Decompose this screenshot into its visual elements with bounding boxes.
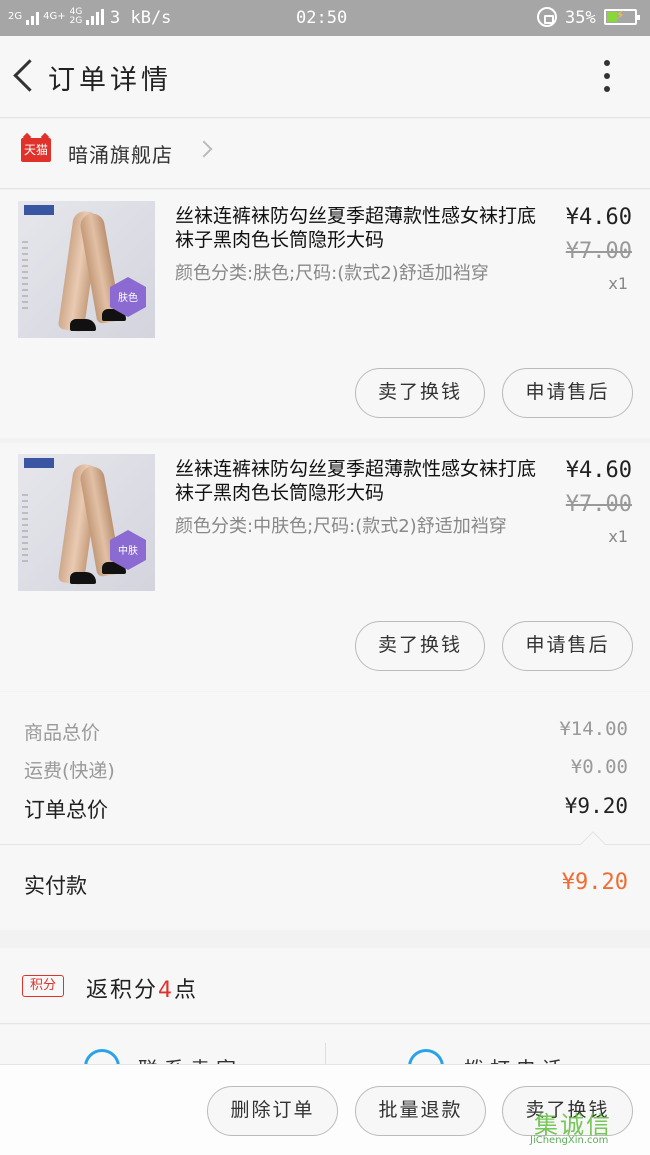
chat-icon[interactable]	[84, 1049, 120, 1065]
divider	[325, 1043, 326, 1065]
product-spec: 颜色分类:肤色;尺码:(款式2)舒适加裆穿	[175, 263, 489, 284]
network-label-2: 4G+	[43, 11, 66, 22]
product-thumbnail[interactable]: 肤色	[18, 201, 155, 338]
signal-indicators: 2G 4G+ 4G 2G	[8, 7, 105, 26]
paid-label: 实付款	[24, 874, 87, 898]
order-item[interactable]: 中肤 丝袜连裤袜防勾丝夏季超薄款性感女袜打底袜子黑肉色长筒隐形大码 颜色分类:中…	[0, 443, 650, 691]
delete-order-button[interactable]: 删除订单	[207, 1086, 338, 1136]
product-spec: 颜色分类:中肤色;尺码:(款式2)舒适加裆穿	[175, 516, 507, 537]
tmall-badge: 天猫	[21, 138, 51, 162]
network-label-1: 2G	[8, 11, 23, 22]
original-price: ¥7.00	[565, 492, 632, 517]
product-title[interactable]: 丝袜连裤袜防勾丝夏季超薄款性感女袜打底袜子黑肉色长筒隐形大码	[175, 204, 545, 252]
signal-bars-icon-2	[86, 9, 105, 25]
chevron-right-icon	[195, 140, 213, 158]
watermark-logo: 集诚信 JiChengXin.com	[530, 1105, 645, 1151]
network-speed: 3 kB/s	[110, 8, 172, 28]
quantity: x1	[608, 274, 628, 293]
shipping-label: 运费(快递)	[24, 760, 115, 782]
quantity: x1	[608, 527, 628, 546]
signal-bars-icon	[26, 9, 40, 25]
app-header: 订单详情	[0, 36, 650, 118]
points-text: 返积分4点	[86, 972, 198, 1004]
product-thumbnail[interactable]: 中肤	[18, 454, 155, 591]
contact-row: 联系卖家 拨打电话	[0, 1025, 650, 1065]
shipping-value: ¥0.00	[570, 756, 628, 778]
clock: 02:50	[296, 8, 348, 28]
after-sale-button[interactable]: 申请售后	[502, 621, 633, 671]
store-row[interactable]: 天猫 暗涌旗舰店	[0, 119, 650, 189]
points-suffix: 点	[174, 978, 199, 1003]
goods-total-value: ¥14.00	[559, 718, 628, 740]
network-label-3: 4G 2G	[69, 7, 83, 26]
status-bar: 2G 4G+ 4G 2G 3 kB/s 02:50 35% ⚡	[0, 0, 650, 36]
sell-button[interactable]: 卖了换钱	[355, 621, 485, 671]
battery-percent: 35%	[565, 8, 596, 28]
charging-icon: ⚡	[616, 8, 625, 22]
product-title[interactable]: 丝袜连裤袜防勾丝夏季超薄款性感女袜打底袜子黑肉色长筒隐形大码	[175, 457, 545, 505]
points-row: 积分 返积分4点	[0, 948, 650, 1024]
more-vertical-icon	[604, 60, 610, 66]
bottom-action-bar: 删除订单 批量退款 卖了换钱 集诚信 JiChengXin.com	[0, 1064, 650, 1155]
order-total-value: ¥9.20	[564, 794, 628, 818]
back-button[interactable]	[8, 56, 42, 96]
image-label: 中肤	[118, 546, 138, 557]
points-number: 4	[158, 978, 175, 1003]
goods-total-label: 商品总价	[24, 722, 101, 744]
watermark-en: JiChengXin.com	[530, 1135, 609, 1146]
sell-button[interactable]: 卖了换钱	[355, 368, 485, 418]
divider	[0, 844, 650, 845]
points-badge: 积分	[22, 975, 64, 997]
image-label: 肤色	[118, 293, 138, 304]
original-price: ¥7.00	[565, 239, 632, 264]
store-name: 暗涌旗舰店	[68, 143, 173, 167]
price-summary: 商品总价 ¥14.00 运费(快递) ¥0.00 订单总价 ¥9.20 实付款 …	[0, 692, 650, 930]
product-price: ¥4.60	[565, 458, 632, 483]
order-total-label: 订单总价	[24, 798, 108, 822]
points-prefix: 返积分	[86, 978, 159, 1003]
page-title: 订单详情	[48, 65, 172, 96]
batch-refund-button[interactable]: 批量退款	[355, 1086, 486, 1136]
paid-value: ¥9.20	[561, 870, 628, 895]
more-button[interactable]	[590, 56, 624, 96]
battery-icon: ⚡	[604, 8, 640, 25]
order-item[interactable]: 肤色 丝袜连裤袜防勾丝夏季超薄款性感女袜打底袜子黑肉色长筒隐形大码 颜色分类:肤…	[0, 190, 650, 438]
caret-up-icon	[580, 831, 606, 857]
after-sale-button[interactable]: 申请售后	[502, 368, 633, 418]
product-price: ¥4.60	[565, 205, 632, 230]
rotation-lock-icon	[537, 7, 557, 27]
phone-icon[interactable]	[408, 1049, 444, 1065]
